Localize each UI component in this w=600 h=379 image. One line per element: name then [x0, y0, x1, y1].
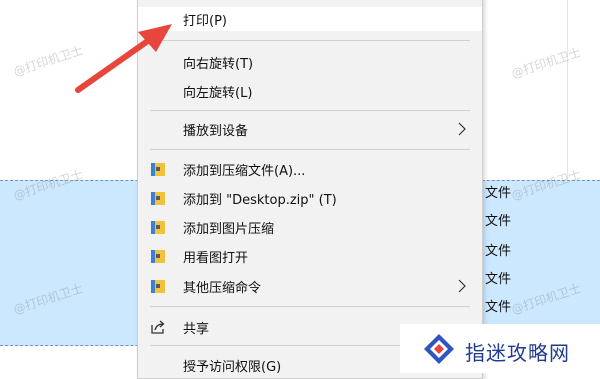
annotation-arrow-icon: [75, 24, 172, 93]
menu-item-label: 打印(P): [183, 13, 227, 29]
panel-divider: [567, 0, 568, 180]
menu-item-label: 向右旋转(T): [183, 56, 254, 72]
chevron-right-icon: [458, 122, 466, 136]
menu-item-add-to-archive[interactable]: 添加到压缩文件(A)...: [138, 157, 482, 181]
site-logo: 指迷攻略网: [400, 324, 600, 373]
archive-icon: [151, 163, 165, 176]
file-type-label: 文件: [485, 244, 512, 259]
file-type-label: 文件: [485, 300, 512, 315]
menu-separator: [150, 110, 470, 111]
context-menu: 打印(P) 向右旋转(T) 向左旋转(L) 播放到设备 添加到压缩文件(A)..…: [137, 0, 483, 379]
archive-icon: [151, 221, 165, 234]
menu-item-rotate-left[interactable]: 向左旋转(L): [138, 79, 482, 103]
menu-item-rotate-right[interactable]: 向右旋转(T): [138, 50, 482, 74]
menu-item-label: 其他压缩命令: [183, 280, 262, 296]
file-type-label: 文件: [485, 272, 512, 287]
file-type-label: 文件: [485, 214, 512, 229]
menu-item-cast-to-device[interactable]: 播放到设备: [138, 117, 482, 141]
menu-item-print[interactable]: 打印(P): [138, 7, 482, 31]
diamond-logo-icon: [424, 334, 454, 364]
menu-item-label: 添加到 "Desktop.zip" (T): [183, 192, 337, 208]
archive-icon: [151, 250, 165, 263]
archive-icon: [151, 280, 165, 293]
menu-item-label: 授予访问权限(G): [183, 359, 282, 375]
menu-item-other-compress-commands[interactable]: 其他压缩命令: [138, 274, 482, 298]
archive-icon: [151, 192, 165, 205]
share-icon: [151, 320, 165, 334]
menu-item-add-to-image-compress[interactable]: 添加到图片压缩: [138, 215, 482, 239]
menu-item-label: 播放到设备: [183, 123, 249, 139]
chevron-right-icon: [458, 279, 466, 293]
menu-separator: [150, 40, 470, 41]
menu-item-label: 添加到图片压缩: [183, 221, 275, 237]
menu-separator: [150, 149, 470, 150]
menu-item-label: 用看图打开: [183, 250, 249, 266]
menu-item-label: 添加到压缩文件(A)...: [183, 163, 306, 179]
menu-item-open-with-viewer[interactable]: 用看图打开: [138, 244, 482, 268]
menu-separator: [150, 306, 470, 307]
menu-item-label: 向左旋转(L): [183, 85, 253, 101]
file-type-label: 文件: [485, 186, 512, 201]
logo-text: 指迷攻略网: [465, 341, 570, 365]
menu-item-label: 共享: [183, 321, 210, 337]
menu-item-add-to-desktop-zip[interactable]: 添加到 "Desktop.zip" (T): [138, 186, 482, 210]
